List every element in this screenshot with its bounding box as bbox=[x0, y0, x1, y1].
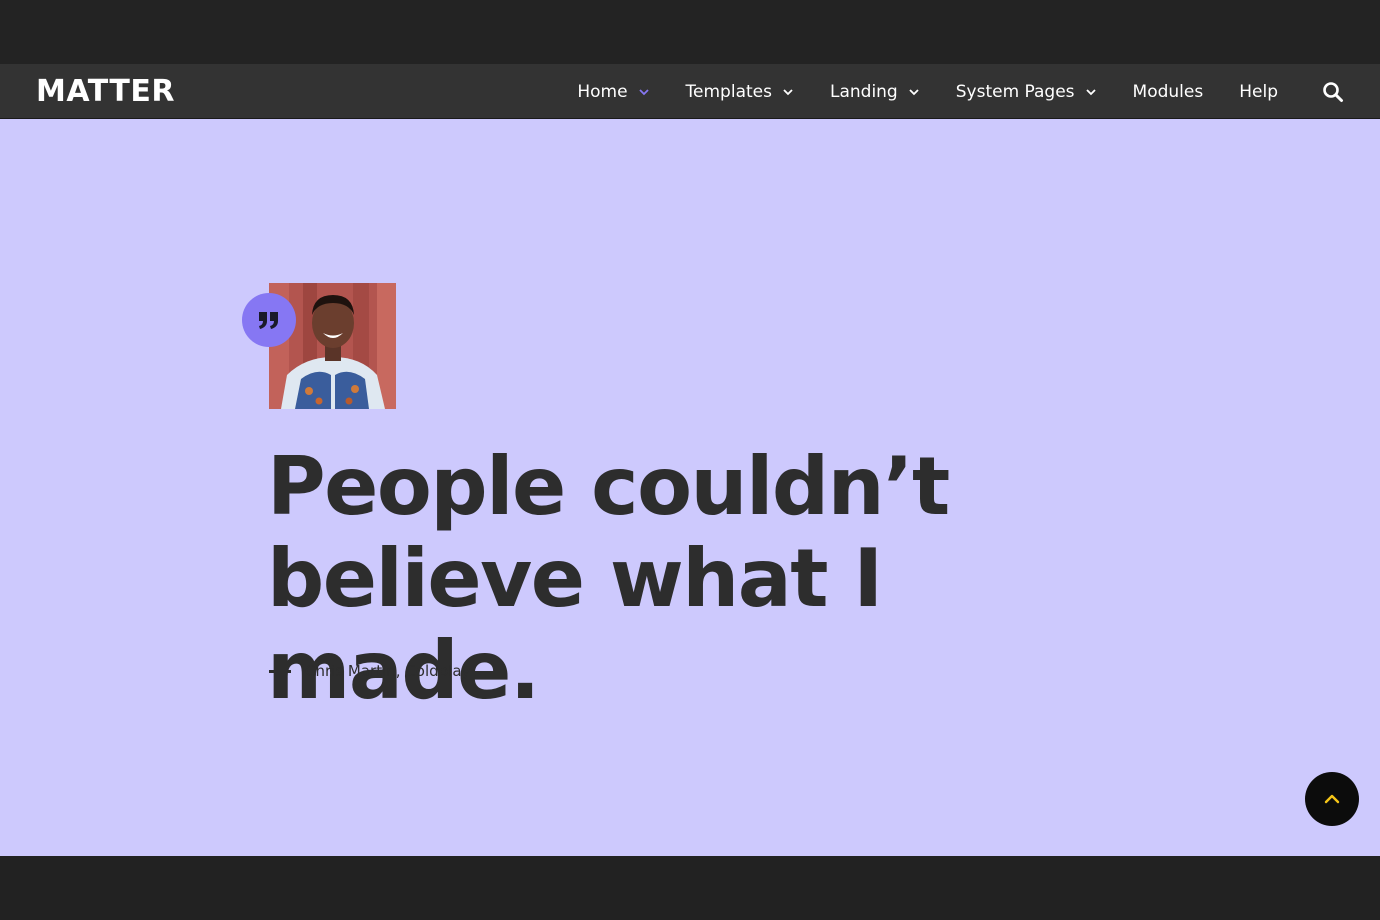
nav-item-landing[interactable]: Landing bbox=[830, 82, 920, 102]
nav-item-label: Help bbox=[1239, 81, 1278, 102]
quote-line-1: People couldn’t bbox=[267, 440, 950, 533]
chevron-down-icon bbox=[909, 88, 919, 95]
quote-icon bbox=[242, 293, 296, 347]
nav-item-label: Home bbox=[577, 81, 628, 102]
footer-strip bbox=[0, 856, 1380, 920]
main-nav: Home Templates Landing System Pages Modu… bbox=[577, 64, 1380, 119]
chevron-down-icon bbox=[638, 88, 649, 95]
nav-item-label: System Pages bbox=[955, 81, 1075, 102]
nav-item-label: Modules bbox=[1132, 81, 1204, 102]
top-strip bbox=[0, 0, 1380, 64]
nav-item-label: Templates bbox=[685, 81, 772, 102]
navbar: MATTER Home Templates Landing System Pag… bbox=[0, 64, 1380, 119]
back-to-top-button[interactable] bbox=[1305, 772, 1359, 826]
quote-line-2: believe what I made. bbox=[267, 532, 883, 717]
logo[interactable]: MATTER bbox=[36, 74, 175, 109]
chevron-up-icon bbox=[1324, 794, 1340, 804]
testimonial-attribution: Chris Martin, Coldplay bbox=[269, 662, 470, 680]
nav-item-home[interactable]: Home bbox=[577, 82, 649, 102]
nav-item-help[interactable]: Help bbox=[1239, 82, 1278, 102]
nav-item-templates[interactable]: Templates bbox=[686, 82, 794, 102]
chevron-down-icon bbox=[783, 88, 793, 95]
author-name: Chris Martin, Coldplay bbox=[305, 662, 471, 680]
chevron-down-icon bbox=[1085, 88, 1096, 95]
search-icon[interactable] bbox=[1322, 81, 1344, 103]
nav-item-modules[interactable]: Modules bbox=[1133, 82, 1204, 102]
nav-item-system-pages[interactable]: System Pages bbox=[956, 82, 1097, 102]
testimonial-section: People couldn’t believe what I made. Chr… bbox=[0, 119, 1380, 856]
nav-item-label: Landing bbox=[829, 81, 898, 102]
attribution-dash bbox=[269, 669, 291, 673]
